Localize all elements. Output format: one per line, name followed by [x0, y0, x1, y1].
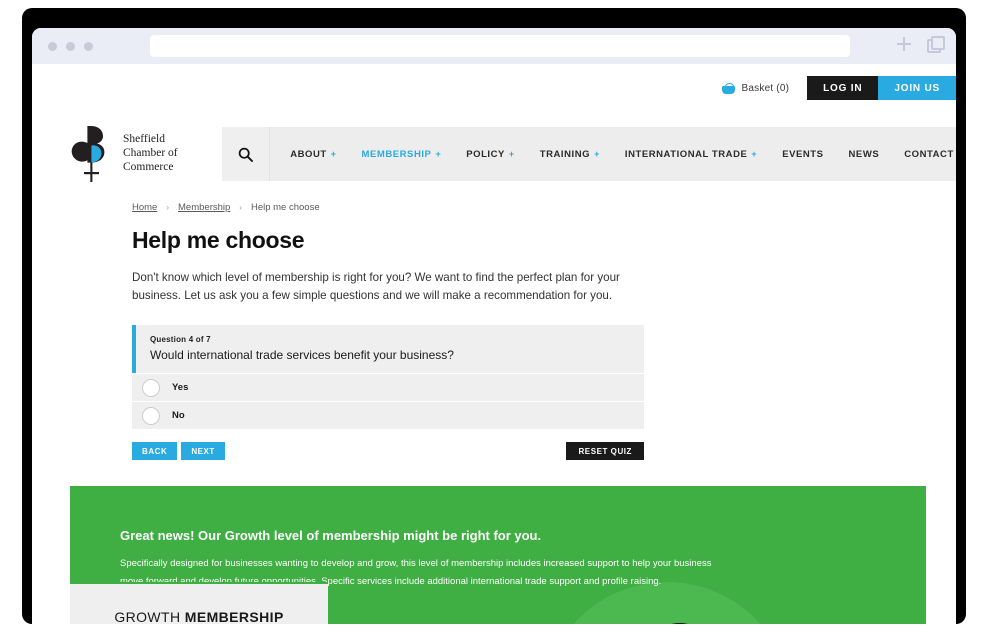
site-logo[interactable]: Sheffield Chamber of Commerce — [70, 122, 178, 184]
nav-label: NEWS — [848, 148, 880, 160]
nav-label: TRAINING — [539, 148, 591, 160]
chamber-flower-logo-icon — [71, 126, 105, 182]
breadcrumb-current: Help me choose — [250, 202, 320, 213]
breadcrumb-separator-icon: › — [239, 203, 242, 212]
quiz-progress-counter: Question 4 of 7 — [150, 335, 211, 344]
quiz-option-no[interactable]: No — [132, 401, 644, 429]
nav-item-training[interactable]: TRAINING + — [540, 149, 600, 160]
breadcrumb-home[interactable]: Home — [132, 202, 157, 213]
quiz-actions: BACK NEXT RESET QUIZ — [132, 442, 644, 460]
page-intro-text: Don't know which level of membership is … — [132, 271, 620, 303]
quiz-question-header: Question 4 of 7 Would international trad… — [132, 325, 644, 373]
chevron-plus-icon: + — [594, 149, 600, 159]
breadcrumb: Home › Membership › Help me choose — [132, 202, 652, 213]
chevron-plus-icon: + — [435, 149, 442, 159]
recommendation-text-block: Great news! Our Growth level of membersh… — [120, 528, 720, 590]
page-title: Help me choose — [132, 227, 305, 253]
membership-price-card[interactable]: GROWTH MEMBERSHIP £49.50 — [70, 582, 328, 624]
nav-item-news[interactable]: NEWS — [849, 149, 880, 160]
back-button[interactable]: BACK — [132, 442, 178, 460]
basket-link[interactable]: Basket (0) — [721, 82, 790, 94]
join-us-button[interactable]: JOIN US — [878, 76, 956, 100]
nav-label: EVENTS — [782, 148, 824, 160]
chevron-plus-icon: + — [751, 149, 758, 159]
maximize-dot-icon[interactable] — [84, 41, 93, 51]
quiz-question-text: Would international trade services benef… — [150, 348, 454, 362]
recommendation-heading: Great news! Our Growth level of membersh… — [120, 528, 542, 543]
logo-line-2: Chamber of — [123, 146, 178, 159]
close-dot-icon[interactable] — [48, 41, 57, 51]
logo-line-3: Commerce — [123, 161, 174, 174]
main-navigation: ABOUT + MEMBERSHIP + POLICY + TRAINING +… — [222, 127, 956, 181]
nav-label: CONTACT — [904, 148, 954, 160]
nav-item-membership[interactable]: MEMBERSHIP + — [362, 149, 442, 160]
nav-item-contact[interactable]: CONTACT — [904, 149, 954, 160]
breadcrumb-membership[interactable]: Membership — [178, 202, 230, 213]
browser-chrome-bar — [32, 28, 956, 64]
radio-button-no[interactable] — [142, 406, 160, 425]
logo-wordmark: Sheffield Chamber of Commerce — [123, 132, 178, 175]
page-viewport: Basket (0) LOG IN JOIN US Sheffield Cham… — [32, 64, 956, 624]
nav-item-international-trade[interactable]: INTERNATIONAL TRADE + — [625, 149, 757, 160]
browser-window: Basket (0) LOG IN JOIN US Sheffield Cham… — [32, 28, 956, 624]
quiz-option-label: Yes — [172, 382, 189, 393]
nav-item-policy[interactable]: POLICY + — [466, 149, 514, 160]
quiz-option-yes[interactable]: Yes — [132, 373, 644, 401]
nav-item-about[interactable]: ABOUT + — [290, 149, 336, 160]
url-input[interactable] — [150, 35, 850, 57]
quiz-option-label: No — [172, 410, 185, 421]
breadcrumb-separator-icon: › — [166, 203, 170, 212]
search-button[interactable] — [222, 127, 270, 181]
logo-line-1: Sheffield — [123, 132, 165, 145]
traffic-light-dots — [48, 41, 93, 51]
nav-label: MEMBERSHIP — [361, 148, 432, 160]
basket-label: Basket (0) — [741, 82, 790, 94]
nav-item-list: ABOUT + MEMBERSHIP + POLICY + TRAINING +… — [270, 149, 956, 160]
membership-word: MEMBERSHIP — [184, 609, 284, 624]
new-tab-plus-icon[interactable] — [897, 36, 911, 51]
login-button[interactable]: LOG IN — [807, 76, 879, 100]
basket-icon — [721, 82, 735, 94]
page-content: Home › Membership › Help me choose Help … — [132, 202, 652, 306]
utility-bar: Basket (0) LOG IN JOIN US — [721, 76, 956, 100]
nav-label: POLICY — [466, 148, 505, 160]
membership-tier-name: GROWTH — [114, 609, 181, 624]
membership-tier-title: GROWTH MEMBERSHIP — [70, 609, 328, 624]
nav-label: INTERNATIONAL TRADE — [624, 148, 748, 160]
quiz-nav-buttons: BACK NEXT — [132, 442, 225, 460]
next-button[interactable]: NEXT — [181, 442, 225, 460]
nav-item-events[interactable]: EVENTS — [782, 149, 823, 160]
minimize-dot-icon[interactable] — [66, 41, 75, 51]
reset-quiz-button[interactable]: RESET QUIZ — [566, 442, 644, 460]
chevron-plus-icon: + — [508, 149, 515, 159]
tabs-overview-icon[interactable] — [927, 36, 945, 53]
quiz-widget: Question 4 of 7 Would international trad… — [132, 325, 644, 460]
chrome-icon-group — [897, 36, 945, 53]
search-icon — [238, 147, 253, 162]
chevron-plus-icon: + — [330, 149, 337, 159]
radio-button-yes[interactable] — [142, 378, 160, 397]
watermark-logo-icon — [672, 623, 688, 624]
nav-label: ABOUT — [290, 148, 327, 160]
